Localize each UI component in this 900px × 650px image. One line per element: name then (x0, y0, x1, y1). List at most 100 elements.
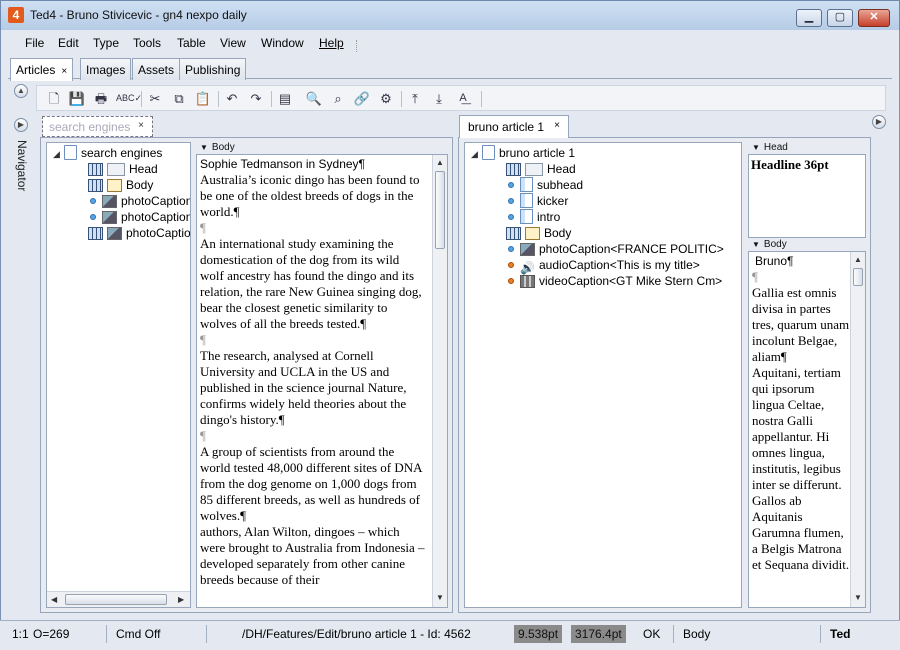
scroll-up-icon[interactable]: ▲ (854, 255, 862, 264)
tree-expander-icon[interactable]: ◢ (53, 146, 64, 162)
collapse-icon[interactable]: ▼ (752, 240, 760, 249)
tree-item-root[interactable]: ◢ bruno article 1 (471, 145, 575, 161)
tree-horizontal-scrollbar[interactable]: ◀ ▶ (47, 591, 190, 607)
body-section-header-right[interactable]: ▼ Body (752, 239, 787, 250)
scroll-down-icon[interactable]: ▼ (854, 593, 862, 602)
menu-table[interactable]: Table (177, 36, 206, 50)
scrollbar-thumb[interactable] (853, 268, 863, 286)
tab-images[interactable]: Images (80, 58, 132, 80)
menu-tools[interactable]: Tools (133, 36, 161, 50)
tab-close-icon[interactable]: × (554, 120, 560, 131)
spellcheck-icon[interactable]: ABC✓ (116, 90, 142, 107)
field-icon (107, 163, 125, 176)
menu-edit[interactable]: Edit (58, 36, 79, 50)
tree-item-label: kicker (537, 194, 569, 208)
tree-item-photocaption[interactable]: photoCaption (88, 209, 191, 225)
link-icon[interactable]: 🔗 (353, 90, 371, 107)
tree-item-head[interactable]: Head (506, 161, 576, 177)
print-icon[interactable]: 🖶 (92, 90, 110, 107)
head-section-header[interactable]: ▼ Head (752, 142, 788, 153)
minimize-button[interactable]: ▁ (796, 9, 822, 27)
collapse-icon[interactable]: ▼ (752, 143, 760, 152)
tree-item-photocaption[interactable]: photoCaption<FRANCE POLITIC> (506, 241, 724, 257)
tree-item-body[interactable]: Body (506, 225, 571, 241)
tab-publishing[interactable]: Publishing (179, 58, 247, 80)
tree-item-audiocaption[interactable]: 🔊 audioCaption<This is my title> (506, 257, 700, 275)
head-text-editor[interactable]: Headline 36pt (748, 154, 866, 238)
tree-item-kicker[interactable]: kicker (506, 193, 568, 209)
copy-icon[interactable]: ⧉ (170, 90, 188, 107)
tab-assets[interactable]: Assets (132, 58, 181, 80)
menu-file[interactable]: File (25, 36, 44, 50)
undo-icon[interactable]: ↶ (223, 90, 241, 107)
edit-pen-icon (525, 227, 540, 240)
collapse-up-icon[interactable]: ▲ (14, 84, 28, 98)
tab-articles[interactable]: Articles × (10, 58, 74, 81)
expand-navigator-icon[interactable]: ▶ (14, 118, 28, 132)
tree-item-root[interactable]: ◢ search engines (53, 145, 162, 161)
layout-icon[interactable]: ▤ (276, 90, 294, 107)
find-icon[interactable]: 🔍 (305, 90, 323, 107)
scroll-right-icon[interactable]: ▶ (178, 595, 184, 604)
body-text[interactable]: Bruno¶ ¶ Gallia est omnis divisa in part… (752, 253, 850, 573)
tree-expander-icon[interactable]: ◢ (471, 146, 482, 162)
tab-bruno-article[interactable]: bruno article 1 × (459, 115, 569, 138)
menu-bar: File Edit Type Tools Table View Window H… (8, 32, 366, 54)
status-dot-blue-icon (508, 246, 514, 252)
menu-type[interactable]: Type (93, 36, 119, 50)
field-icon (525, 163, 543, 176)
menu-view[interactable]: View (220, 36, 246, 50)
tree-item-label: photoCaption (121, 210, 191, 224)
close-button[interactable]: ✕ (858, 9, 890, 27)
body-vertical-scrollbar[interactable]: ▲ ▼ (432, 155, 447, 607)
tree-item-body[interactable]: Body (88, 177, 153, 193)
menu-window[interactable]: Window (261, 36, 304, 50)
app-logo-icon: 4 (8, 7, 24, 23)
edit-pen-icon (107, 179, 122, 192)
scrollbar-thumb[interactable] (65, 594, 167, 605)
toolbar-grip[interactable] (481, 91, 482, 107)
scroll-up-icon[interactable]: ▲ (436, 158, 444, 167)
headline-text[interactable]: Headline 36pt (751, 157, 829, 172)
redo-icon[interactable]: ↷ (247, 90, 265, 107)
menubar-grip[interactable] (356, 40, 364, 52)
save-icon[interactable]: 💾 (68, 90, 86, 107)
text-style-icon[interactable]: A͟ (454, 90, 472, 107)
insert-above-icon[interactable]: ⤒ (406, 90, 424, 107)
settings-icon[interactable]: ⚙ (377, 90, 395, 107)
menu-help[interactable]: Help (319, 36, 344, 50)
tree-item-photocaption[interactable]: photoCaption (88, 225, 190, 241)
insert-below-icon[interactable]: ⤓ (430, 90, 448, 107)
body-vertical-scrollbar[interactable]: ▲ ▼ (850, 252, 865, 607)
paste-icon[interactable]: 📋 (194, 90, 212, 107)
font-size-indicator: 9.538pt (514, 625, 563, 643)
body-text-editor-left[interactable]: Sophie Tedmanson in Sydney¶ Australia’s … (196, 154, 448, 608)
scrollbar-thumb[interactable] (435, 171, 445, 249)
maximize-button[interactable]: ▢ (827, 9, 853, 27)
tree-item-head[interactable]: Head (88, 161, 158, 177)
body-text[interactable]: Sophie Tedmanson in Sydney¶ Australia’s … (200, 156, 426, 588)
structure-tree-left: ◢ search engines Head Body photoCaption p… (46, 142, 191, 608)
tree-item-videocaption[interactable]: videoCaption<GT Mike Stern Cm> (506, 273, 722, 289)
paragraph: An international study examining the dom… (200, 236, 422, 331)
tree-item-label: Head (547, 162, 576, 176)
tab-close-icon[interactable]: × (138, 120, 144, 131)
cut-icon[interactable]: ✂ (146, 90, 164, 107)
tab-articles-close-icon[interactable]: × (61, 66, 67, 77)
find-replace-icon[interactable]: ⌕ (329, 90, 347, 107)
tab-search-engines[interactable]: search engines × (42, 116, 153, 137)
film-icon (520, 275, 535, 288)
body-text-editor-right[interactable]: Bruno¶ ¶ Gallia est omnis divisa in part… (748, 251, 866, 608)
scroll-left-icon[interactable]: ◀ (51, 595, 57, 604)
tree-item-label: Body (126, 178, 154, 192)
collapse-icon[interactable]: ▼ (200, 143, 208, 152)
navigator-label[interactable]: Navigator (15, 140, 29, 191)
tree-item-photocaption[interactable]: photoCaption (88, 193, 190, 209)
scroll-tabs-right-icon[interactable]: ▶ (872, 115, 886, 129)
scroll-down-icon[interactable]: ▼ (436, 593, 444, 602)
tree-item-label: search engines (81, 146, 163, 160)
new-document-icon[interactable]: 🗋 (45, 90, 63, 107)
tree-item-subhead[interactable]: subhead (506, 177, 583, 193)
tree-item-intro[interactable]: intro (506, 209, 560, 225)
body-section-header[interactable]: ▼ Body (200, 142, 235, 153)
